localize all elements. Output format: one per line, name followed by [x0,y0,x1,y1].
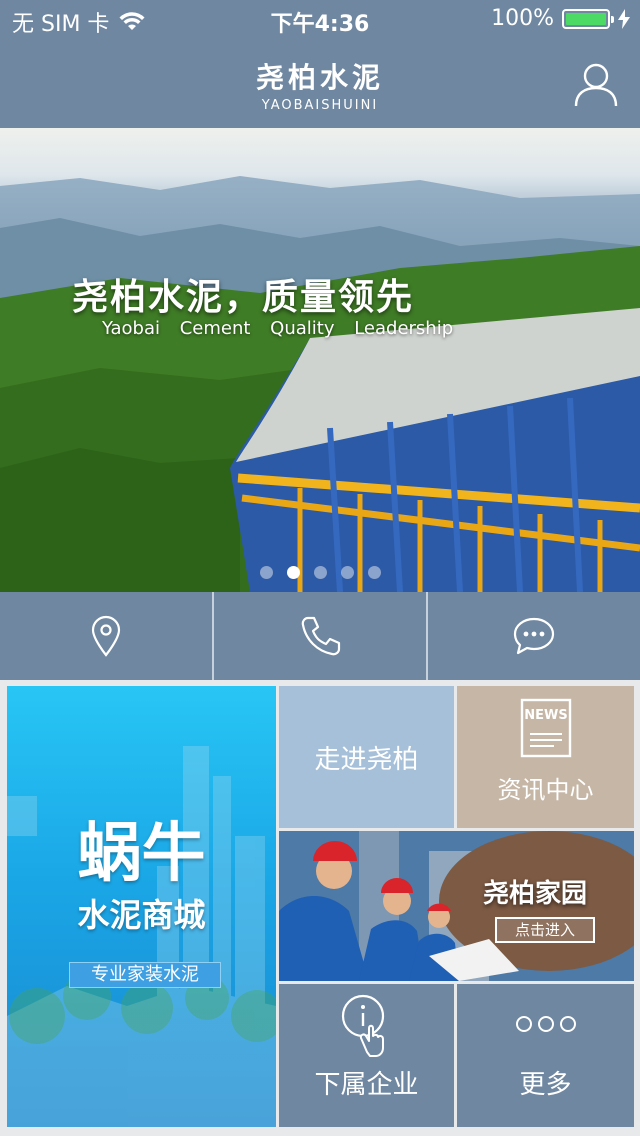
battery-fill [566,12,606,25]
news-icon-text: NEWS [524,708,568,723]
mall-tagline: 专业家装水泥 [69,962,221,988]
banner-carousel[interactable]: 尧柏水泥，质量领先 Yaobai Cement Quality Leadersh… [0,128,640,592]
enter-button[interactable]: 点击进入 [495,917,595,943]
battery-percent: 100% [491,6,554,31]
carousel-dot[interactable] [314,566,327,579]
phone-icon [301,616,341,656]
carousel-indicators [260,566,381,579]
banner-title: 尧柏水泥，质量领先 [72,277,415,318]
banner-photo [0,176,640,592]
logo-english: YAOBAISHUINI [261,98,379,113]
home-label: 尧柏家园 [483,879,588,909]
about-company-tile[interactable]: 走进尧柏 [279,686,454,828]
phone-button[interactable] [214,592,428,680]
carousel-dot[interactable] [260,566,273,579]
news-label: 资讯中心 [497,776,594,804]
brand-logo: 尧柏水泥 YAOBAISHUINI [0,56,640,113]
carousel-dot-active[interactable] [287,566,300,579]
yaobai-home-tile[interactable]: 尧柏家园 点击进入 [279,831,634,981]
more-dots-icon [516,1016,576,1032]
chat-bubble-icon [513,617,555,655]
news-center-tile[interactable]: NEWS 资讯中心 [457,686,634,828]
more-tile[interactable]: 更多 [457,984,634,1127]
message-button[interactable] [428,592,640,680]
subsidiaries-tile[interactable]: 下属企业 [279,984,454,1127]
more-label: 更多 [519,1070,572,1100]
mall-title: 蜗牛 [77,816,206,891]
subsidiaries-label: 下属企业 [314,1070,419,1100]
user-profile-button[interactable] [572,60,620,108]
status-bar: 无 SIM 卡 下午4:36 100% [0,0,640,40]
snail-cement-mall-tile[interactable]: 蜗牛 水泥商城 专业家装水泥 [7,686,276,1127]
info-touch-icon [341,994,385,1057]
location-pin-icon [91,615,121,657]
carousel-dot[interactable] [341,566,354,579]
about-label: 走进尧柏 [314,744,419,775]
nav-bar: 尧柏水泥 YAOBAISHUINI [0,40,640,128]
newspaper-icon [520,698,572,758]
quick-actions-bar [0,592,640,680]
carousel-dot[interactable] [368,566,381,579]
banner-subtitle: Yaobai Cement Quality Leadership [102,318,454,339]
charging-bolt-icon [618,8,630,29]
user-icon [574,63,618,107]
battery-icon [562,8,614,29]
mall-subtitle: 水泥商城 [77,896,206,934]
location-button[interactable] [0,592,214,680]
logo-chinese: 尧柏水泥 [255,61,384,94]
status-right: 100% [491,6,630,31]
